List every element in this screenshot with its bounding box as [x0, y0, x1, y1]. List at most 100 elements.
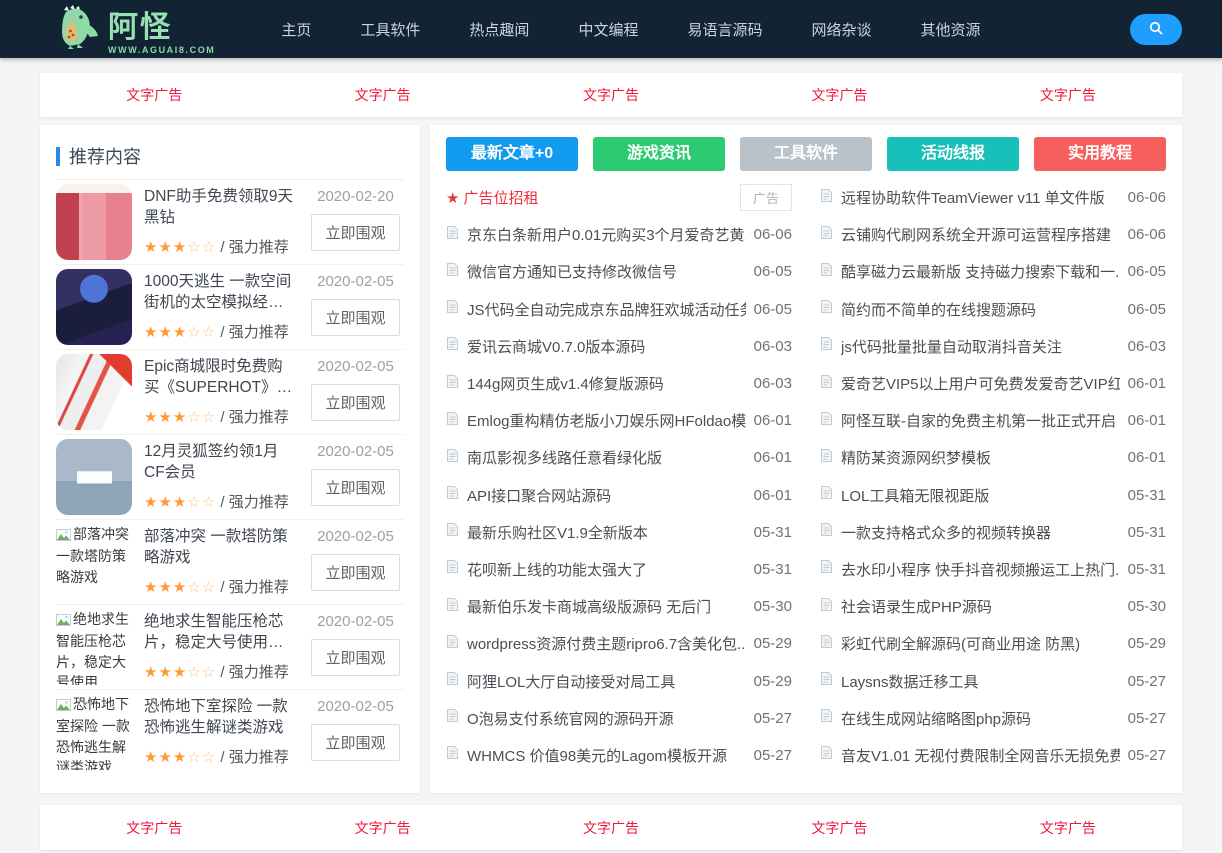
- article-link[interactable]: 爱讯云商城V0.7.0版本源码: [467, 336, 746, 357]
- article-link[interactable]: JS代码全自动完成京东品牌狂欢城活动任务: [467, 299, 746, 320]
- nav-item[interactable]: 其他资源: [920, 19, 980, 40]
- article-row[interactable]: 最新乐购社区V1.9全新版本 05-31: [446, 514, 792, 551]
- article-row[interactable]: Laysns数据迁移工具 05-27: [820, 662, 1166, 699]
- article-link[interactable]: 微信官方通知已支持修改微信号: [467, 261, 746, 282]
- text-ad-link[interactable]: 文字广告: [811, 87, 867, 103]
- article-row[interactable]: 阿狸LOL大厅自动接受对局工具 05-29: [446, 662, 792, 699]
- article-row[interactable]: 最新伯乐发卡商城高级版源码 无后门 05-30: [446, 588, 792, 625]
- article-row[interactable]: 阿怪互联-自家的免费主机第一批正式开启 06-01: [820, 402, 1166, 439]
- nav-item[interactable]: 主页: [281, 19, 311, 40]
- article-row[interactable]: wordpress资源付费主题ripro6.7含美化包... 05-29: [446, 625, 792, 662]
- article-title[interactable]: 12月灵狐签约领1月CF会员: [144, 441, 297, 484]
- article-link[interactable]: 音友V1.01 无视付费限制全网音乐无损免费...: [841, 745, 1120, 766]
- article-link[interactable]: 南瓜影视多线路任意看绿化版: [467, 447, 746, 468]
- ad-rent-title[interactable]: 广告位招租: [463, 187, 740, 208]
- article-link[interactable]: 远程协助软件TeamViewer v11 单文件版: [841, 187, 1120, 208]
- article-title[interactable]: DNF助手免费领取9天黑钻: [144, 186, 297, 229]
- article-row[interactable]: JS代码全自动完成京东品牌狂欢城活动任务 06-05: [446, 291, 792, 328]
- article-row[interactable]: O泡易支付系统官网的源码开源 05-27: [446, 700, 792, 737]
- article-link[interactable]: wordpress资源付费主题ripro6.7含美化包...: [467, 633, 746, 654]
- article-row[interactable]: 南瓜影视多线路任意看绿化版 06-01: [446, 439, 792, 476]
- article-thumbnail[interactable]: 恐怖地下室探险 一款恐怖逃生解谜类游戏: [56, 694, 132, 770]
- article-row[interactable]: API接口聚合网站源码 06-01: [446, 477, 792, 514]
- article-row[interactable]: 爱奇艺VIP5以上用户可免费发爱奇艺VIP红包 06-01: [820, 365, 1166, 402]
- article-link[interactable]: 最新伯乐发卡商城高级版源码 无后门: [467, 596, 746, 617]
- article-link[interactable]: Laysns数据迁移工具: [841, 671, 1120, 692]
- article-row[interactable]: 精防某资源网织梦模板 06-01: [820, 439, 1166, 476]
- category-tab[interactable]: 活动线报: [887, 137, 1019, 171]
- article-thumbnail[interactable]: 部落冲突 一款塔防策略游戏: [56, 524, 132, 600]
- article-title[interactable]: Epic商城限时免费购买《SUPERHOT》游戏: [144, 356, 297, 399]
- article-link[interactable]: 社会语录生成PHP源码: [841, 596, 1120, 617]
- article-row[interactable]: 爱讯云商城V0.7.0版本源码 06-03: [446, 328, 792, 365]
- article-row[interactable]: 酷享磁力云最新版 支持磁力搜索下载和一... 06-05: [820, 253, 1166, 290]
- ad-rent-row[interactable]: ★ 广告位招租 广告: [446, 179, 792, 216]
- article-thumbnail[interactable]: 绝地求生智能压枪芯片，稳定大号使用: [56, 609, 132, 685]
- article-row[interactable]: 一款支持格式众多的视频转换器 05-31: [820, 514, 1166, 551]
- text-ad-link[interactable]: 文字广告: [126, 87, 182, 103]
- text-ad-link[interactable]: 文字广告: [1040, 87, 1096, 103]
- article-link[interactable]: 阿怪互联-自家的免费主机第一批正式开启: [841, 410, 1120, 431]
- nav-item[interactable]: 热点趣闻: [469, 19, 529, 40]
- article-link[interactable]: O泡易支付系统官网的源码开源: [467, 708, 746, 729]
- article-row[interactable]: 去水印小程序 快手抖音视频搬运工上热门... 05-31: [820, 551, 1166, 588]
- article-link[interactable]: 一款支持格式众多的视频转换器: [841, 522, 1120, 543]
- article-thumbnail[interactable]: [56, 439, 132, 515]
- article-link[interactable]: 花呗新上线的功能太强大了: [467, 559, 746, 580]
- article-link[interactable]: 爱奇艺VIP5以上用户可免费发爱奇艺VIP红包: [841, 373, 1120, 394]
- article-link[interactable]: 去水印小程序 快手抖音视频搬运工上热门...: [841, 559, 1120, 580]
- article-link[interactable]: 最新乐购社区V1.9全新版本: [467, 522, 746, 543]
- text-ad-link[interactable]: 文字广告: [126, 820, 182, 836]
- article-title[interactable]: 绝地求生智能压枪芯片，稳定大号使用，永久免费: [144, 611, 297, 654]
- text-ad-link[interactable]: 文字广告: [355, 87, 411, 103]
- text-ad-link[interactable]: 文字广告: [583, 820, 639, 836]
- article-thumbnail[interactable]: [56, 354, 132, 430]
- text-ad-link[interactable]: 文字广告: [355, 820, 411, 836]
- article-link[interactable]: API接口聚合网站源码: [467, 485, 746, 506]
- article-row[interactable]: 京东白条新用户0.01元购买3个月爱奇艺黄... 06-06: [446, 216, 792, 253]
- article-title[interactable]: 1000天逃生 一款空间街机的太空模拟经营游戏: [144, 271, 297, 314]
- text-ad-link[interactable]: 文字广告: [811, 820, 867, 836]
- article-link[interactable]: 酷享磁力云最新版 支持磁力搜索下载和一...: [841, 261, 1120, 282]
- article-link[interactable]: LOL工具箱无限视距版: [841, 485, 1120, 506]
- article-row[interactable]: 社会语录生成PHP源码 05-30: [820, 588, 1166, 625]
- nav-item[interactable]: 网络杂谈: [811, 19, 871, 40]
- article-link[interactable]: 云铺购代刷网系统全开源可运营程序搭建: [841, 224, 1120, 245]
- category-tab[interactable]: 实用教程: [1034, 137, 1166, 171]
- article-link[interactable]: 京东白条新用户0.01元购买3个月爱奇艺黄...: [467, 224, 746, 245]
- article-row[interactable]: 音友V1.01 无视付费限制全网音乐无损免费... 05-27: [820, 737, 1166, 774]
- site-logo[interactable]: 阿怪 WWW.AGUAI8.COM: [56, 4, 215, 55]
- article-link[interactable]: 阿狸LOL大厅自动接受对局工具: [467, 671, 746, 692]
- view-now-button[interactable]: 立即围观: [311, 724, 399, 761]
- text-ad-link[interactable]: 文字广告: [583, 87, 639, 103]
- nav-item[interactable]: 中文编程: [578, 19, 638, 40]
- article-thumbnail[interactable]: [56, 184, 132, 260]
- nav-item[interactable]: 易语言源码: [687, 19, 762, 40]
- article-title[interactable]: 部落冲突 一款塔防策略游戏: [144, 526, 297, 569]
- search-button[interactable]: [1130, 14, 1182, 45]
- view-now-button[interactable]: 立即围观: [311, 639, 399, 676]
- article-row[interactable]: 远程协助软件TeamViewer v11 单文件版 06-06: [820, 179, 1166, 216]
- article-link[interactable]: 彩虹代刷全解源码(可商业用途 防黑): [841, 633, 1120, 654]
- text-ad-link[interactable]: 文字广告: [1040, 820, 1096, 836]
- article-row[interactable]: 简约而不简单的在线搜题源码 06-05: [820, 291, 1166, 328]
- article-link[interactable]: WHMCS 价值98美元的Lagom模板开源: [467, 745, 746, 766]
- article-row[interactable]: 花呗新上线的功能太强大了 05-31: [446, 551, 792, 588]
- article-title[interactable]: 恐怖地下室探险 一款恐怖逃生解谜类游戏: [144, 696, 297, 739]
- article-link[interactable]: 144g网页生成v1.4修复版源码: [467, 373, 746, 394]
- article-row[interactable]: js代码批量批量自动取消抖音关注 06-03: [820, 328, 1166, 365]
- view-now-button[interactable]: 立即围观: [311, 469, 399, 506]
- nav-item[interactable]: 工具软件: [360, 19, 420, 40]
- view-now-button[interactable]: 立即围观: [311, 214, 399, 251]
- category-tab[interactable]: 最新文章+0: [446, 137, 578, 171]
- article-row[interactable]: 144g网页生成v1.4修复版源码 06-03: [446, 365, 792, 402]
- article-row[interactable]: 在线生成网站缩略图php源码 05-27: [820, 700, 1166, 737]
- article-row[interactable]: 彩虹代刷全解源码(可商业用途 防黑) 05-29: [820, 625, 1166, 662]
- article-link[interactable]: js代码批量批量自动取消抖音关注: [841, 336, 1120, 357]
- article-row[interactable]: LOL工具箱无限视距版 05-31: [820, 477, 1166, 514]
- article-row[interactable]: 微信官方通知已支持修改微信号 06-05: [446, 253, 792, 290]
- article-link[interactable]: 在线生成网站缩略图php源码: [841, 708, 1120, 729]
- article-row[interactable]: WHMCS 价值98美元的Lagom模板开源 05-27: [446, 737, 792, 774]
- category-tab[interactable]: 工具软件: [740, 137, 872, 171]
- article-thumbnail[interactable]: [56, 269, 132, 345]
